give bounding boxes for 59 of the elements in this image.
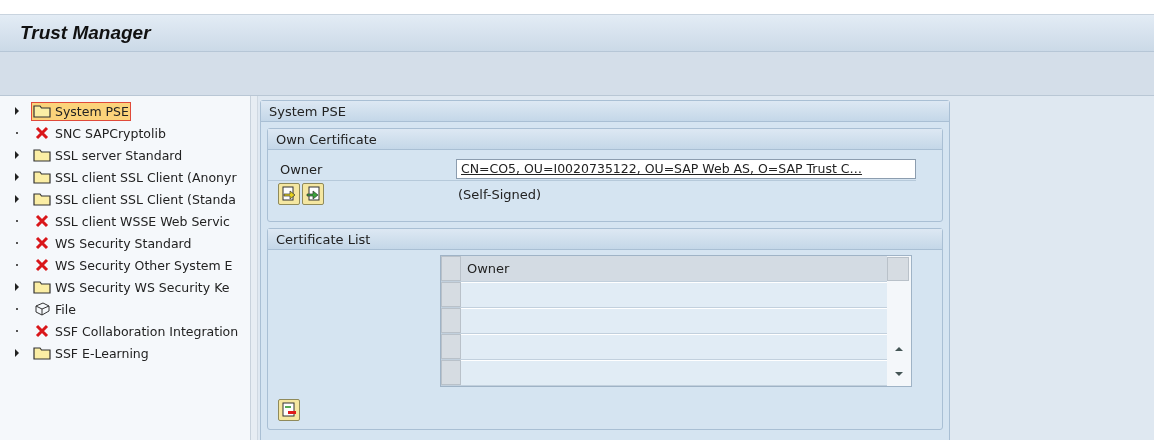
folder-icon bbox=[33, 170, 51, 184]
folder-icon bbox=[33, 346, 51, 360]
vertical-scrollbar[interactable] bbox=[887, 256, 911, 386]
scroll-up-icon[interactable] bbox=[894, 345, 904, 352]
tree-item[interactable]: WS Security Other System E bbox=[0, 254, 250, 276]
expand-arrow-icon[interactable] bbox=[14, 151, 20, 159]
folder-icon bbox=[33, 148, 51, 162]
delete-entry-icon bbox=[281, 402, 297, 418]
cube-icon bbox=[33, 302, 51, 316]
tree-item-label: WS Security Standard bbox=[55, 235, 192, 251]
tree-item-label: SSF Collaboration Integration bbox=[55, 323, 239, 339]
tree-item-label: SNC SAPCryptolib bbox=[55, 125, 166, 141]
tree-item[interactable]: SSF Collaboration Integration bbox=[0, 320, 250, 342]
error-cross-icon bbox=[33, 236, 51, 250]
tree-item[interactable]: SSL client SSL Client (Standa bbox=[0, 188, 250, 210]
import-icon bbox=[281, 186, 297, 202]
error-cross-icon bbox=[33, 126, 51, 140]
tree-item-label: WS Security WS Security Ke bbox=[55, 279, 230, 295]
expand-arrow-icon[interactable] bbox=[14, 283, 20, 291]
tree-item[interactable]: WS Security WS Security Ke bbox=[0, 276, 250, 298]
group-title: Own Certificate bbox=[276, 131, 377, 147]
error-cross-icon bbox=[33, 258, 51, 272]
folder-icon bbox=[33, 104, 51, 118]
tree-item[interactable]: File bbox=[0, 298, 250, 320]
window-title: Trust Manager bbox=[20, 22, 151, 44]
panel-title: System PSE bbox=[269, 103, 346, 119]
certificate-note: (Self-Signed) bbox=[458, 186, 542, 202]
tree-item-label: SSL client SSL Client (Anonyr bbox=[55, 169, 237, 185]
tree-item-label: SSL client SSL Client (Standa bbox=[55, 191, 236, 207]
expand-arrow-icon[interactable] bbox=[14, 195, 20, 203]
error-cross-icon bbox=[33, 324, 51, 338]
tree-item[interactable]: SSL client SSL Client (Anonyr bbox=[0, 166, 250, 188]
tree-item[interactable]: SNC SAPCryptolib bbox=[0, 122, 250, 144]
export-icon bbox=[305, 186, 321, 202]
scroll-down-icon[interactable] bbox=[894, 370, 904, 377]
tree-item-label: File bbox=[55, 301, 76, 317]
owner-field[interactable]: CN=CO5, OU=I0020735122, OU=SAP Web AS, O=SAP Trust C… bbox=[456, 159, 916, 179]
folder-icon bbox=[33, 280, 51, 294]
tree-item[interactable]: SSL client WSSE Web Servic bbox=[0, 210, 250, 232]
field-label: Owner bbox=[280, 161, 324, 177]
tree-item-label: SSL client WSSE Web Servic bbox=[55, 213, 230, 229]
delete-button[interactable] bbox=[278, 399, 300, 421]
tree-item-label: SSL server Standard bbox=[55, 147, 183, 163]
tree-item[interactable]: SSF E-Learning bbox=[0, 342, 250, 364]
tree-item[interactable]: System PSE bbox=[0, 100, 250, 122]
import-button[interactable] bbox=[278, 183, 300, 205]
error-cross-icon bbox=[33, 214, 51, 228]
tree-item-label: System PSE bbox=[55, 103, 129, 119]
export-button[interactable] bbox=[302, 183, 324, 205]
column-header[interactable]: Owner bbox=[461, 256, 887, 281]
tree-item[interactable]: WS Security Standard bbox=[0, 232, 250, 254]
expand-arrow-icon[interactable] bbox=[14, 349, 20, 357]
folder-icon bbox=[33, 192, 51, 206]
tree-item[interactable]: SSL server Standard bbox=[0, 144, 250, 166]
tree-item-label: SSF E-Learning bbox=[55, 345, 149, 361]
expand-arrow-icon[interactable] bbox=[14, 173, 20, 181]
tree-item-label: WS Security Other System E bbox=[55, 257, 233, 273]
group-title: Certificate List bbox=[276, 231, 371, 247]
expand-arrow-icon[interactable] bbox=[14, 107, 20, 115]
